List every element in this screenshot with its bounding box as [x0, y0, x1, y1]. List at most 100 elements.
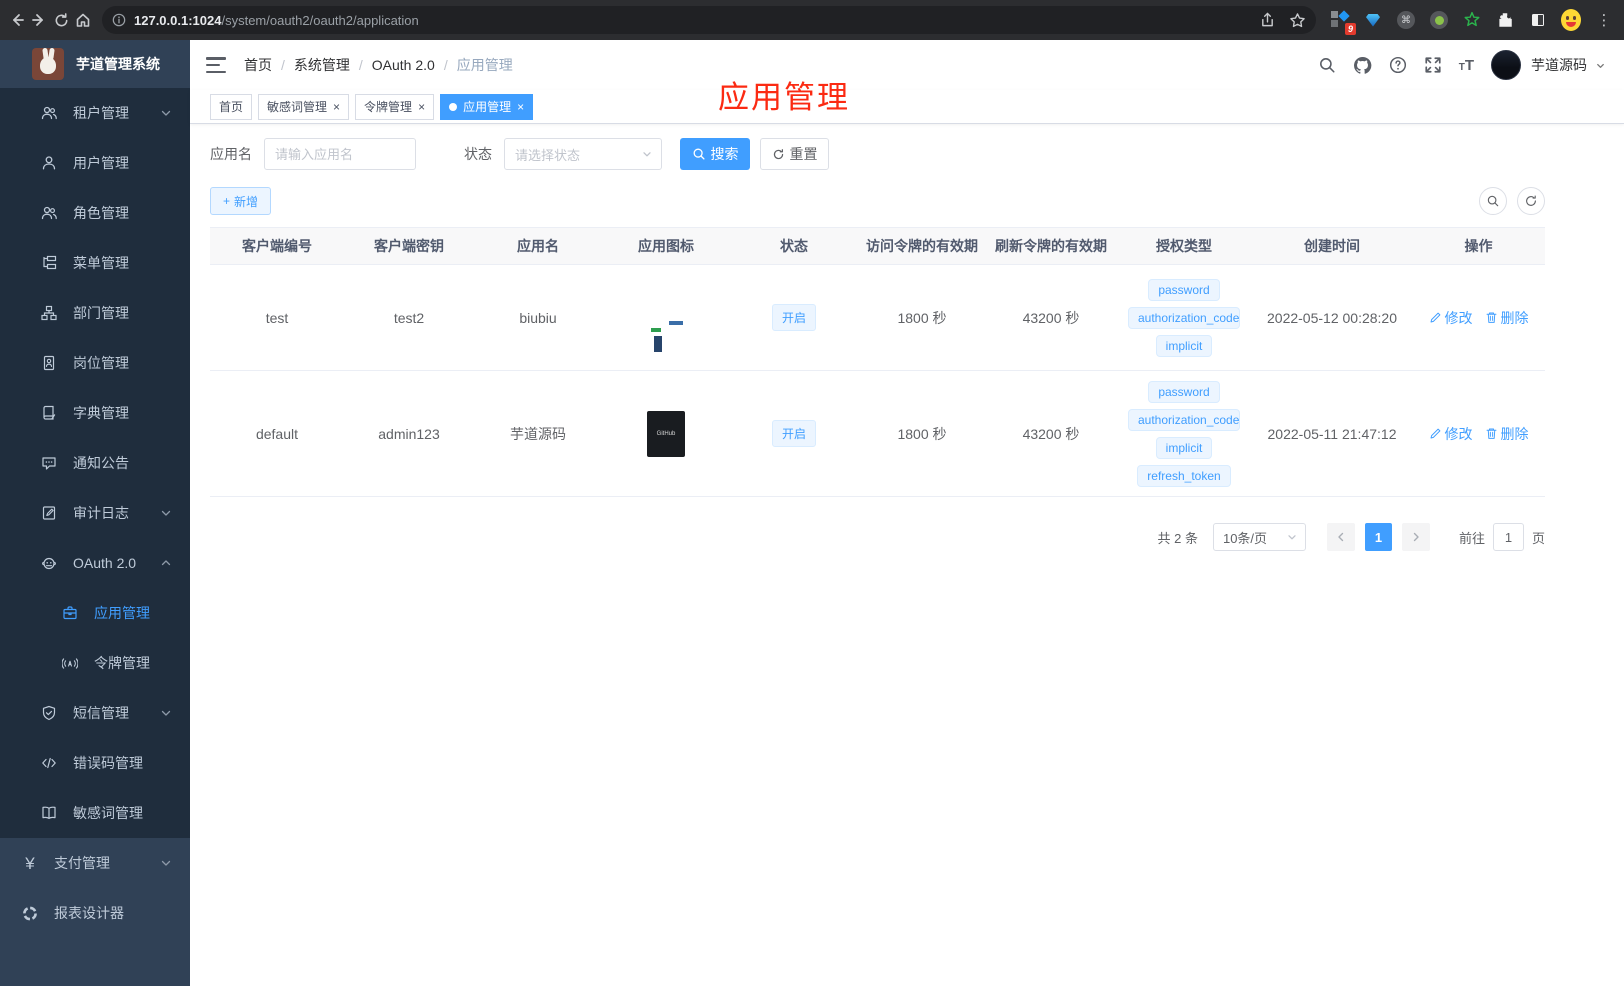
sidebar-item-audit-log[interactable]: 审计日志	[0, 488, 190, 538]
add-button[interactable]: + 新增	[210, 187, 272, 215]
site-info-icon[interactable]	[112, 13, 126, 27]
grant-type-tag: implicit	[1155, 334, 1213, 357]
reset-button[interactable]: 重置	[760, 138, 829, 170]
grant-type-tag: password	[1148, 278, 1220, 301]
prev-page-button[interactable]	[1326, 523, 1355, 551]
sidebar-item-menu[interactable]: 菜单管理	[0, 238, 190, 288]
edit-link[interactable]: 修改	[1429, 308, 1473, 328]
app-name-input[interactable]	[264, 138, 416, 170]
close-icon[interactable]: ×	[333, 101, 340, 113]
col-app-icon: 应用图标	[602, 227, 730, 265]
tab-sensitive-word[interactable]: 敏感词管理 ×	[258, 93, 350, 120]
delete-link[interactable]: 删除	[1485, 424, 1529, 444]
goto-page-input[interactable]	[1492, 523, 1524, 551]
chevron-down-icon	[1288, 535, 1296, 540]
page-size-select[interactable]: 10条/页	[1212, 523, 1306, 551]
delete-link[interactable]: 删除	[1485, 308, 1529, 328]
sidebar-item-label: 支付管理	[54, 855, 110, 871]
app-logo[interactable]: 芋道管理系统	[0, 40, 190, 88]
breadcrumb-system[interactable]: 系统管理	[294, 55, 350, 75]
sidebar-item-user[interactable]: 用户管理	[0, 138, 190, 188]
tab-home[interactable]: 首页	[210, 93, 253, 120]
tab-application[interactable]: 应用管理 ×	[440, 93, 534, 120]
edit-link[interactable]: 修改	[1429, 424, 1473, 444]
extension-record-icon[interactable]	[1429, 10, 1449, 30]
tab-label: 应用管理	[463, 100, 512, 114]
user-avatar[interactable]	[1491, 50, 1521, 80]
grant-type-tag: implicit	[1155, 436, 1213, 459]
cell-access-validity: 1800 秒	[858, 264, 986, 371]
forward-icon[interactable]	[28, 6, 50, 34]
browser-menu-icon[interactable]: ⋮	[1594, 10, 1614, 30]
extensions-puzzle-icon[interactable]	[1495, 10, 1515, 30]
fullscreen-icon[interactable]	[1424, 56, 1442, 74]
extension-star-icon[interactable]	[1462, 10, 1482, 30]
sidebar-item-errcode[interactable]: 错误码管理	[0, 738, 190, 788]
next-page-button[interactable]	[1401, 523, 1430, 551]
sidebar-item-sms[interactable]: 短信管理	[0, 688, 190, 738]
chevron-right-icon	[1413, 532, 1419, 542]
reload-icon[interactable]	[50, 6, 72, 34]
segmented-circle-icon	[22, 905, 38, 922]
sidebar-collapse-icon[interactable]	[206, 57, 226, 73]
username[interactable]: 芋道源码	[1531, 55, 1587, 75]
sidebar-item-oauth[interactable]: OAuth 2.0	[0, 538, 190, 588]
extension-command-icon[interactable]: ⌘	[1396, 10, 1416, 30]
chevron-down-icon	[160, 507, 172, 519]
refresh-table-button[interactable]	[1517, 187, 1545, 215]
close-icon[interactable]: ×	[517, 101, 524, 113]
close-icon[interactable]: ×	[418, 101, 425, 113]
extension-blocks-icon[interactable]: 9	[1330, 10, 1356, 35]
home-icon[interactable]	[72, 6, 94, 34]
extension-gem-icon[interactable]	[1363, 10, 1383, 30]
search-icon[interactable]	[1318, 56, 1336, 74]
search-button[interactable]: 搜索	[680, 138, 750, 170]
col-status: 状态	[730, 227, 858, 265]
status-select[interactable]: 请选择状态	[504, 138, 662, 170]
profile-avatar-icon[interactable]	[1561, 9, 1581, 31]
sidebar-item-report-designer[interactable]: 报表设计器	[0, 888, 190, 938]
cell-client-id: test	[210, 264, 344, 371]
cell-actions: 修改 删除	[1412, 370, 1545, 497]
id-badge-icon	[41, 355, 57, 371]
sidebar-item-tenant[interactable]: 租户管理	[0, 88, 190, 138]
reading-list-icon[interactable]	[1528, 10, 1548, 30]
sidebar-item-payment[interactable]: ¥ 支付管理	[0, 838, 190, 888]
page-number-current[interactable]: 1	[1364, 523, 1392, 551]
sidebar-item-role[interactable]: 角色管理	[0, 188, 190, 238]
sitemap-icon	[41, 305, 57, 321]
font-size-icon[interactable]: TT	[1459, 58, 1474, 73]
log-edit-icon	[41, 505, 57, 521]
breadcrumb-separator: /	[443, 57, 448, 73]
sidebar-item-label: 角色管理	[73, 205, 129, 221]
url-bar[interactable]: 127.0.0.1:1024/system/oauth2/oauth2/appl…	[102, 6, 1316, 34]
help-icon[interactable]	[1389, 56, 1407, 74]
sidebar-item-oauth-application[interactable]: 应用管理	[0, 588, 190, 638]
sidebar-item-label: 报表设计器	[54, 905, 124, 921]
grant-type-tag: password	[1148, 380, 1220, 403]
github-icon[interactable]	[1353, 56, 1372, 75]
chevron-down-icon	[643, 152, 651, 157]
sidebar-item-sensitive-word[interactable]: 敏感词管理	[0, 788, 190, 838]
navbar-actions: TT 芋道源码	[1318, 50, 1606, 80]
sidebar-item-notice[interactable]: 通知公告	[0, 438, 190, 488]
status-badge[interactable]: 开启	[771, 304, 816, 331]
breadcrumb-home[interactable]: 首页	[244, 55, 272, 75]
toggle-search-button[interactable]	[1479, 187, 1507, 215]
bookmark-star-icon[interactable]	[1289, 12, 1306, 29]
back-icon[interactable]	[6, 6, 28, 34]
tags-view-bar: 首页 敏感词管理 × 令牌管理 × 应用管理 ×	[190, 90, 1624, 124]
sidebar-item-dept[interactable]: 部门管理	[0, 288, 190, 338]
breadcrumb-oauth[interactable]: OAuth 2.0	[372, 57, 435, 73]
trash-icon	[1486, 312, 1496, 323]
user-caret-down-icon[interactable]	[1595, 60, 1606, 71]
status-select-placeholder: 请选择状态	[515, 147, 581, 163]
share-icon[interactable]	[1260, 12, 1275, 28]
status-badge[interactable]: 开启	[771, 420, 816, 447]
sidebar-item-label: 审计日志	[73, 505, 129, 521]
sidebar-item-dict[interactable]: 字典管理	[0, 388, 190, 438]
tab-token[interactable]: 令牌管理 ×	[355, 93, 435, 120]
cell-status: 开启	[730, 264, 858, 371]
sidebar-item-post[interactable]: 岗位管理	[0, 338, 190, 388]
sidebar-item-oauth-token[interactable]: 令牌管理	[0, 638, 190, 688]
